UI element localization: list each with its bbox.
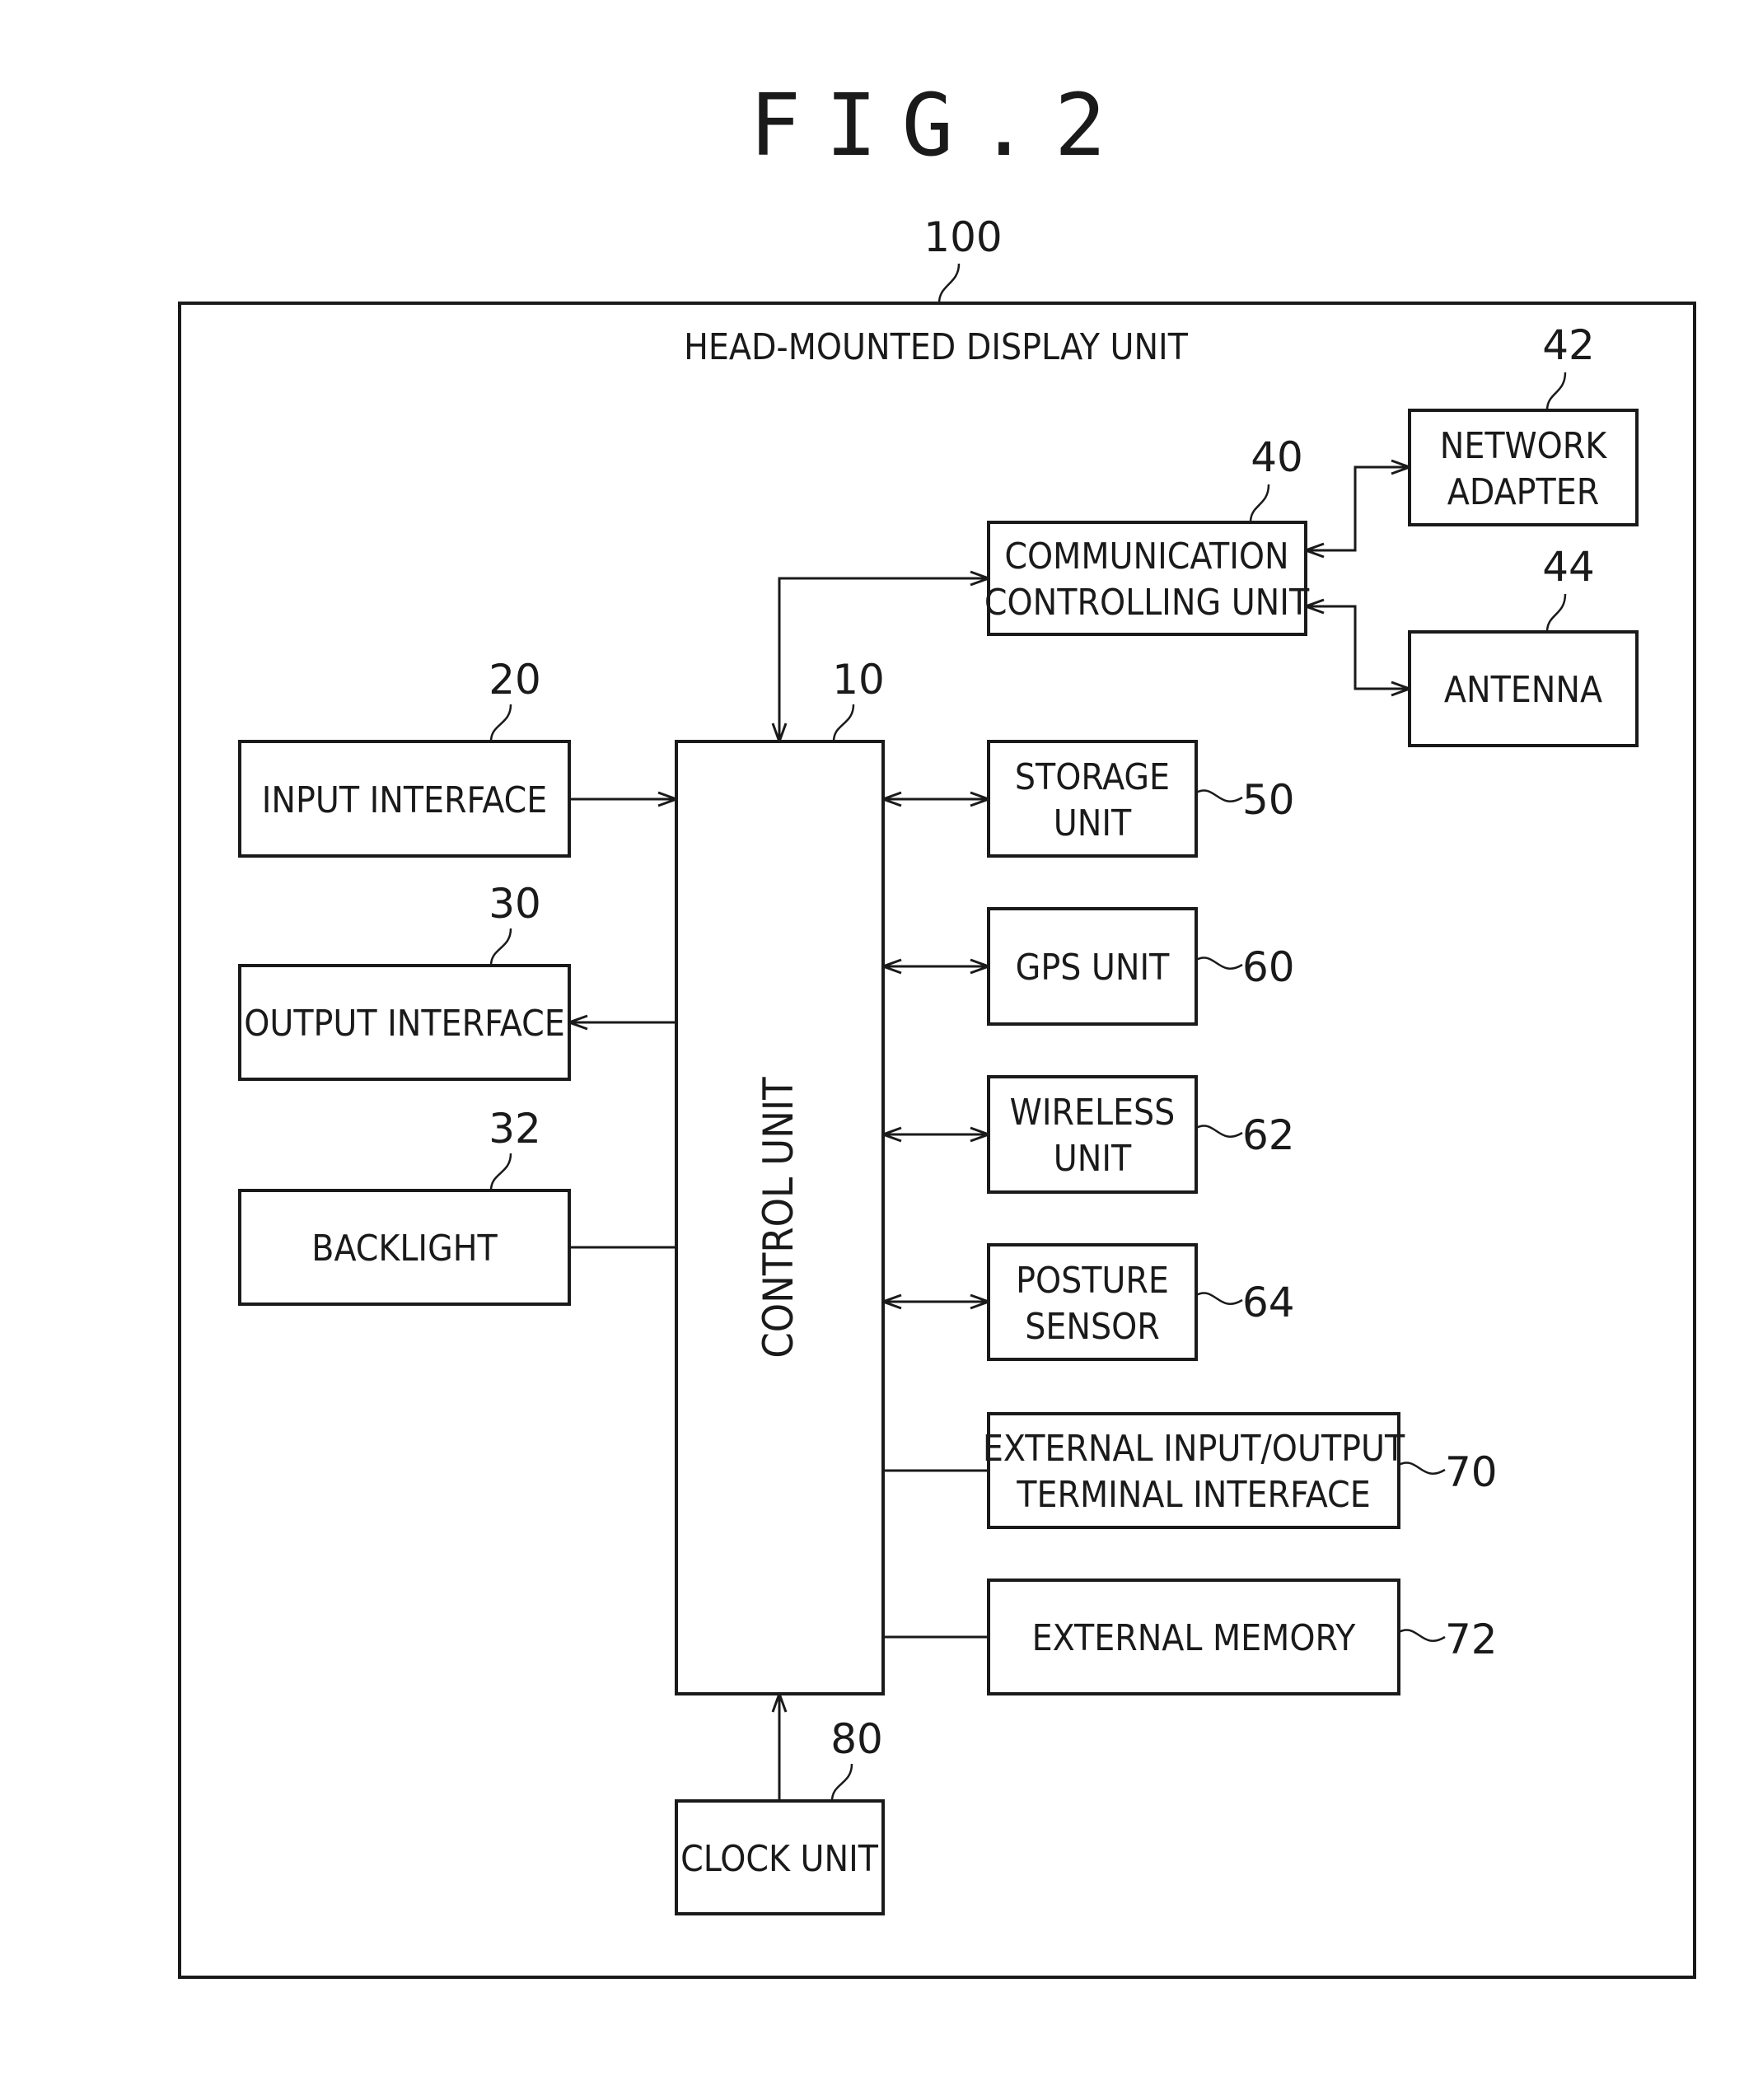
input-interface-leader (489, 704, 512, 742)
external-io-leader (1398, 1462, 1446, 1475)
system-boundary-box (178, 302, 1696, 1979)
comm-unit-label-line2: CONTROLLING UNIT (984, 582, 1310, 624)
wireless-unit-leader (1195, 1125, 1243, 1138)
wireless-unit-label-line1: WIRELESS (1010, 1092, 1176, 1134)
block-diagram: FIG.2 100 HEAD-MOUNTED DISPLAY UNIT CONT… (178, 75, 1696, 1979)
input-interface-label: INPUT INTERFACE (262, 779, 548, 821)
comm-unit-ref: 40 (1251, 433, 1303, 481)
external-memory-leader (1398, 1629, 1446, 1642)
block-backlight: BACKLIGHT 32 (238, 1105, 571, 1306)
block-posture-sensor: POSTURE SENSOR 64 (987, 1243, 1295, 1361)
wireless-unit-ref: 62 (1242, 1111, 1295, 1159)
external-memory-ref: 72 (1445, 1616, 1498, 1663)
network-adapter-ref: 42 (1542, 321, 1595, 369)
backlight-ref: 32 (489, 1105, 541, 1153)
block-external-io-terminal-interface: EXTERNAL INPUT/OUTPUT TERMINAL INTERFACE… (983, 1412, 1498, 1529)
connector-comm-network (1306, 467, 1410, 550)
block-storage-unit: STORAGE UNIT 50 (987, 740, 1295, 858)
antenna-leader (1545, 593, 1567, 633)
storage-unit-label-line1: STORAGE (1015, 756, 1170, 798)
storage-unit-ref: 50 (1242, 776, 1295, 824)
antenna-ref: 44 (1542, 543, 1595, 591)
posture-sensor-label-line1: POSTURE (1016, 1260, 1169, 1302)
network-adapter-label-line1: NETWORK (1440, 425, 1608, 467)
control-unit-label: CONTROL UNIT (755, 1077, 802, 1359)
block-external-memory: EXTERNAL MEMORY 72 (987, 1579, 1498, 1695)
input-interface-ref: 20 (489, 656, 541, 704)
wireless-unit-label-line2: UNIT (1054, 1138, 1132, 1180)
clock-unit-ref: 80 (830, 1715, 883, 1763)
antenna-label: ANTENNA (1444, 669, 1602, 711)
block-antenna: ANTENNA 44 (1408, 543, 1639, 747)
control-unit-leader (832, 704, 855, 742)
external-io-ref: 70 (1445, 1448, 1498, 1496)
storage-unit-leader (1195, 789, 1243, 802)
block-wireless-unit: WIRELESS UNIT 62 (987, 1075, 1295, 1194)
block-network-adapter: NETWORK ADAPTER 42 (1408, 321, 1639, 526)
connector-comm-antenna (1306, 606, 1410, 689)
storage-unit-label-line2: UNIT (1054, 802, 1132, 844)
system-leader-line (937, 263, 961, 304)
backlight-label: BACKLIGHT (311, 1228, 498, 1270)
backlight-leader (489, 1153, 512, 1191)
output-interface-leader (489, 928, 512, 966)
block-output-interface: OUTPUT INTERFACE 30 (238, 880, 571, 1081)
block-input-interface: INPUT INTERFACE 20 (238, 656, 571, 858)
posture-sensor-leader (1195, 1292, 1243, 1305)
clock-unit-label: CLOCK UNIT (680, 1838, 879, 1880)
block-gps-unit: GPS UNIT 60 (987, 907, 1295, 1026)
posture-sensor-ref: 64 (1242, 1279, 1295, 1326)
gps-unit-ref: 60 (1242, 943, 1295, 991)
system-label: HEAD-MOUNTED DISPLAY UNIT (684, 326, 1189, 368)
output-interface-label: OUTPUT INTERFACE (244, 1003, 565, 1045)
block-communication-controlling-unit: COMMUNICATION CONTROLLING UNIT 40 (984, 433, 1310, 636)
control-unit-ref: 10 (832, 656, 885, 704)
network-adapter-leader (1545, 372, 1567, 411)
network-adapter-label-line2: ADAPTER (1447, 471, 1599, 513)
comm-unit-leader (1249, 484, 1270, 523)
gps-unit-leader (1195, 956, 1243, 970)
posture-sensor-label-line2: SENSOR (1025, 1306, 1160, 1348)
system-ref-number: 100 (923, 213, 1002, 261)
gps-unit-label: GPS UNIT (1016, 947, 1171, 989)
output-interface-ref: 30 (489, 880, 541, 928)
external-io-label-line1: EXTERNAL INPUT/OUTPUT (983, 1428, 1405, 1470)
comm-unit-label-line1: COMMUNICATION (1004, 536, 1288, 578)
external-io-label-line2: TERMINAL INTERFACE (1016, 1474, 1370, 1516)
clock-unit-leader (830, 1763, 853, 1802)
external-memory-label: EXTERNAL MEMORY (1032, 1617, 1356, 1659)
block-control-unit: CONTROL UNIT 10 (675, 656, 885, 1695)
figure-title: FIG.2 (749, 75, 1130, 175)
